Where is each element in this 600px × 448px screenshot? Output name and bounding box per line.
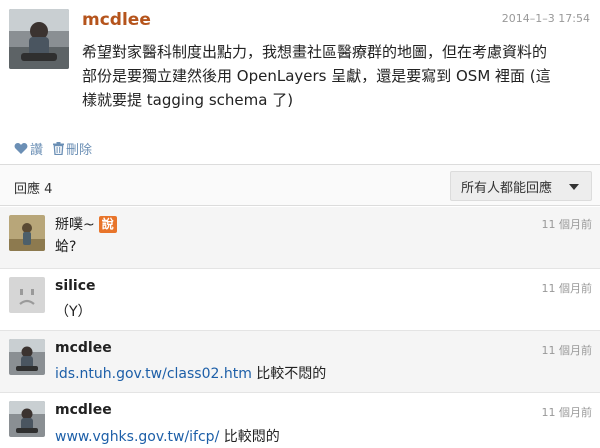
post-actions: 讚 刪除 bbox=[14, 139, 92, 158]
post-body-line: 部份是要獨立建然後用 OpenLayers 呈獻，還是要寫到 OSM 裡面 (這 bbox=[82, 67, 551, 85]
reply-author[interactable]: 掰噗~ 說 bbox=[55, 214, 117, 234]
reply-author[interactable]: mcdlee bbox=[55, 402, 112, 418]
reply-link[interactable]: ids.ntuh.gov.tw/class02.htm bbox=[55, 366, 252, 382]
reply-time: 11 個月前 bbox=[541, 406, 593, 419]
chevron-down-icon bbox=[569, 184, 579, 190]
reply-item: mcdlee 11 個月前 www.vghks.gov.tw/ifcp/ 比較悶… bbox=[0, 393, 600, 448]
reply-text: ids.ntuh.gov.tw/class02.htm 比較不悶的 bbox=[55, 363, 326, 383]
default-avatar-icon[interactable] bbox=[9, 277, 45, 313]
say-badge: 說 bbox=[98, 215, 117, 233]
delete-label: 刪除 bbox=[66, 143, 93, 158]
post-body: 希望對家醫科制度出點力，我想畫社區醫療群的地圖，但在考慮資料的 部份是要獨立建然… bbox=[82, 40, 592, 112]
trash-icon bbox=[53, 142, 65, 155]
reply-item: mcdlee 11 個月前 ids.ntuh.gov.tw/class02.ht… bbox=[0, 331, 600, 393]
avatar[interactable] bbox=[9, 215, 45, 251]
post-timestamp: 2014–1–3 17:54 bbox=[501, 12, 590, 25]
reply-time: 11 個月前 bbox=[541, 344, 593, 357]
reply-item: silice 11 個月前 （Y） bbox=[0, 269, 600, 331]
reply-bar: 回應 4 所有人都能回應 bbox=[0, 164, 600, 206]
post-body-line: 樣就要提 tagging schema 了) bbox=[82, 91, 294, 109]
like-button[interactable]: 讚 bbox=[14, 139, 43, 158]
avatar[interactable] bbox=[9, 339, 45, 375]
like-label: 讚 bbox=[30, 143, 44, 158]
avatar[interactable] bbox=[9, 9, 69, 69]
reply-text: 蛤? bbox=[55, 239, 77, 255]
reply-count: 回應 4 bbox=[14, 182, 53, 197]
heart-icon bbox=[14, 142, 28, 155]
post-body-line: 希望對家醫科制度出點力，我想畫社區醫療群的地圖，但在考慮資料的 bbox=[82, 43, 548, 61]
reply-author-name: 掰噗~ bbox=[55, 217, 95, 233]
reply-text: www.vghks.gov.tw/ifcp/ 比較悶的 bbox=[55, 426, 280, 446]
audience-label: 所有人都能回應 bbox=[461, 180, 553, 196]
reply-item: 掰噗~ 說 11 個月前 蛤? bbox=[0, 207, 600, 269]
avatar[interactable] bbox=[9, 401, 45, 437]
audience-dropdown[interactable]: 所有人都能回應 bbox=[450, 171, 592, 201]
post-author[interactable]: mcdlee bbox=[82, 10, 151, 30]
reply-author[interactable]: mcdlee bbox=[55, 340, 112, 356]
reply-link[interactable]: www.vghks.gov.tw/ifcp/ bbox=[55, 429, 219, 445]
reply-time: 11 個月前 bbox=[541, 218, 593, 231]
reply-time: 11 個月前 bbox=[541, 282, 593, 295]
reply-text-suffix: 比較不悶的 bbox=[251, 366, 327, 382]
main-post: mcdlee 2014–1–3 17:54 希望對家醫科制度出點力，我想畫社區醫… bbox=[0, 0, 600, 164]
reply-text: （Y） bbox=[55, 304, 92, 320]
reply-text-suffix: 比較悶的 bbox=[219, 429, 280, 445]
delete-button[interactable]: 刪除 bbox=[53, 139, 92, 158]
reply-author[interactable]: silice bbox=[55, 278, 96, 294]
